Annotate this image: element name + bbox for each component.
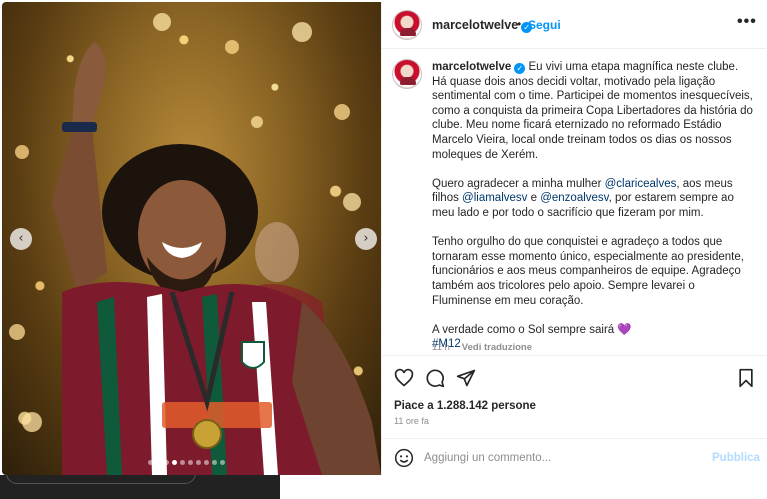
- carousel-dot: [148, 460, 153, 465]
- mention-link[interactable]: @claricealves: [605, 178, 677, 190]
- carousel-dot: [196, 460, 201, 465]
- carousel-next-button[interactable]: ›: [355, 228, 377, 250]
- emoji-icon[interactable]: [394, 448, 414, 468]
- caption-area: marcelotwelve ✓ Eu vivi uma etapa magnífi…: [382, 49, 766, 355]
- carousel-dots: [148, 460, 225, 465]
- carousel-dot: [156, 460, 161, 465]
- verified-badge-icon: ✓: [514, 63, 526, 74]
- comment-row: Pubblica: [382, 438, 766, 478]
- carousel-dot: [172, 460, 177, 465]
- caption-paragraph-3: Tenho orgulho do que conquistei e agrade…: [432, 236, 744, 307]
- post-header: marcelotwelve ✓ • Segui •••: [382, 2, 766, 49]
- mention-link[interactable]: @liamalvesv: [462, 192, 527, 204]
- carousel-dot: [220, 460, 225, 465]
- likes-count[interactable]: Piace a 1.288.142 persone: [394, 400, 536, 412]
- publish-button[interactable]: Pubblica: [712, 452, 760, 464]
- carousel-dot: [164, 460, 169, 465]
- bookmark-icon[interactable]: [736, 368, 756, 388]
- carousel-dot: [180, 460, 185, 465]
- caption-paragraph-1: Eu vivi uma etapa magnífica neste clube.…: [432, 61, 753, 161]
- caption-username[interactable]: marcelotwelve ✓: [432, 61, 526, 74]
- chevron-left-icon: ‹: [18, 231, 24, 246]
- player-illustration: [9, 13, 381, 475]
- post-side-panel: marcelotwelve ✓ • Segui ••• marcelotwelve…: [381, 2, 766, 477]
- comment-icon[interactable]: [425, 368, 445, 388]
- see-translation-link[interactable]: Vedi traduzione: [462, 342, 532, 353]
- post-actions: Piace a 1.288.142 persone 11 ore fa Pubb…: [382, 355, 766, 477]
- avatar[interactable]: [392, 10, 422, 40]
- avatar[interactable]: [392, 59, 422, 89]
- post-photo[interactable]: ‹ ›: [2, 2, 381, 475]
- mention-link[interactable]: @enzoalvesv: [540, 192, 608, 204]
- separator-dot: •: [517, 17, 522, 31]
- carousel-dot: [212, 460, 217, 465]
- username-text[interactable]: marcelotwelve: [432, 18, 518, 32]
- caption-paragraph-2: Quero agradecer a minha mulher @claricea…: [432, 177, 734, 219]
- post-time-ago[interactable]: 11 ore fa: [394, 416, 429, 426]
- username-text[interactable]: marcelotwelve: [432, 61, 511, 73]
- carousel-prev-button[interactable]: ‹: [10, 228, 32, 250]
- comment-input[interactable]: [424, 448, 694, 468]
- follow-button[interactable]: Segui: [528, 18, 561, 32]
- share-icon[interactable]: [456, 368, 476, 388]
- chevron-right-icon: ›: [363, 231, 369, 246]
- caption-text: marcelotwelve ✓ Eu vivi uma etapa magnífi…: [432, 60, 756, 352]
- instagram-post-view: ‹ › marcelotwelve ✓ • Segui ••• marcelotw…: [0, 0, 767, 499]
- caption-meta: 11 h Vedi traduzione: [432, 342, 532, 353]
- carousel-dot: [188, 460, 193, 465]
- more-options-icon[interactable]: •••: [737, 13, 757, 31]
- caption-time: 11 h: [432, 342, 450, 353]
- heart-icon[interactable]: [394, 368, 414, 388]
- carousel-dot: [204, 460, 209, 465]
